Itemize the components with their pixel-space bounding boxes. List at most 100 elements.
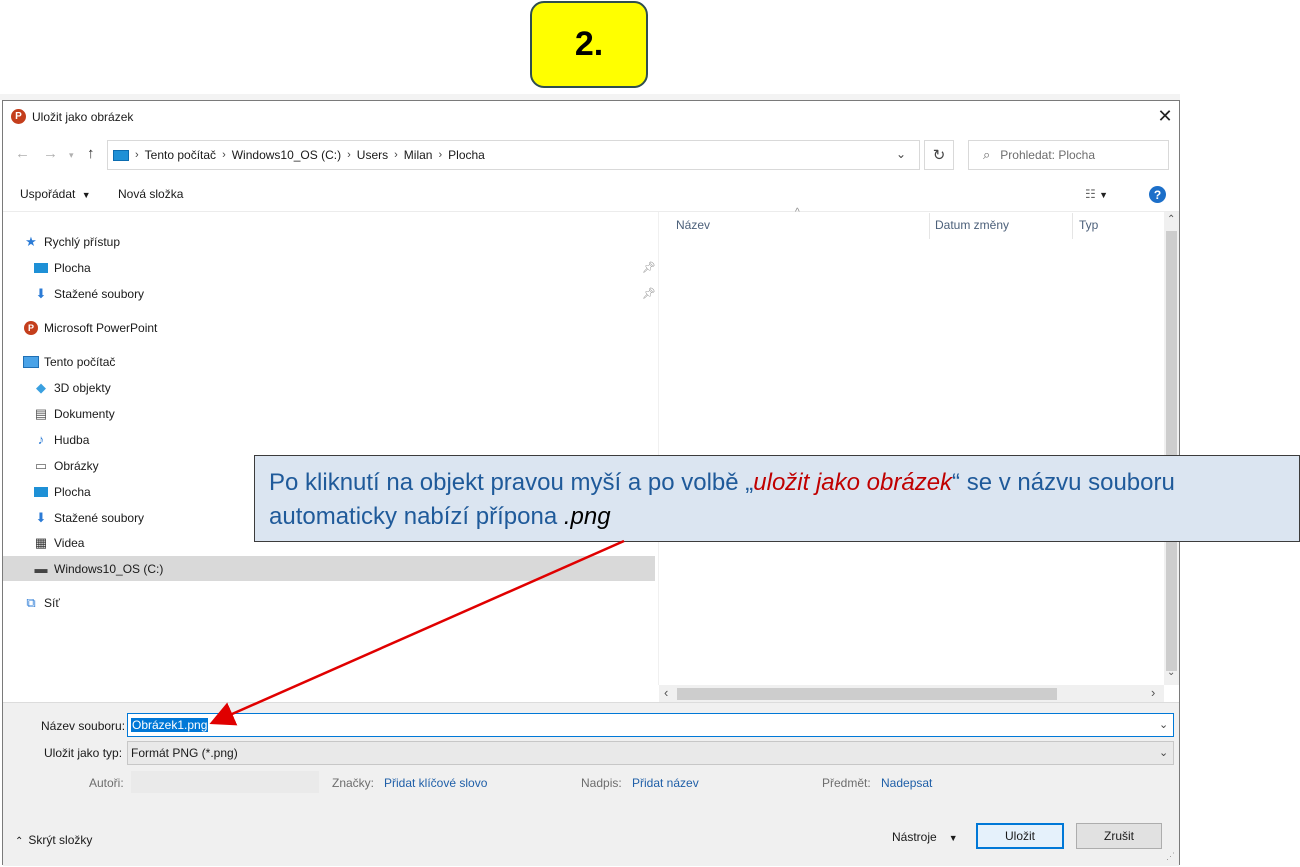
column-header-type[interactable]: Typ (1079, 218, 1098, 232)
nav-music[interactable]: ♪ Hudba (33, 427, 657, 452)
column-divider[interactable] (929, 213, 930, 239)
computer-icon (113, 149, 129, 161)
file-name-selected-text: Obrázek1.png (131, 718, 209, 732)
hide-folders-button[interactable]: ⌃ Skrýt složky (15, 833, 92, 847)
chevron-up-icon: ⌃ (15, 836, 24, 847)
horizontal-scroll-thumb[interactable] (677, 688, 1057, 700)
download-icon: ⬇ (35, 509, 47, 525)
breadcrumb-this-pc[interactable]: Tento počítač (145, 148, 216, 162)
pin-icon[interactable]: 📌︎ (642, 287, 656, 300)
tools-button[interactable]: Nástroje ▼ (892, 830, 958, 844)
nav-label: Microsoft PowerPoint (44, 320, 158, 335)
nav-quick-access[interactable]: ★ Rychlý přístup (23, 229, 657, 254)
scroll-up-icon[interactable]: ⌃ (1167, 214, 1175, 225)
organize-label: Uspořádat (20, 187, 76, 201)
forward-arrow-icon[interactable]: → (43, 145, 58, 162)
save-type-value: Formát PNG (*.png) (131, 746, 238, 760)
scroll-right-icon[interactable]: › (1151, 685, 1155, 700)
sort-ascending-icon: ^ (795, 207, 800, 218)
title-label: Nadpis: (581, 776, 622, 790)
computer-icon (23, 354, 39, 370)
nav-qa-desktop[interactable]: Plocha (33, 255, 657, 280)
nav-label: Rychlý přístup (44, 234, 121, 249)
callout-extension: .png (563, 503, 611, 530)
breadcrumb-users[interactable]: Users (357, 148, 388, 162)
nav-system-drive[interactable]: ▬ Windows10_OS (C:) (3, 556, 655, 581)
film-icon: ▦ (34, 534, 48, 550)
callout-text-1: Po kliknutí na objekt pravou myší a po v… (269, 469, 754, 496)
close-icon[interactable]: ✕ (1153, 103, 1177, 129)
tools-label: Nástroje (892, 830, 937, 844)
view-options-icon[interactable]: ☷ ▼ (1085, 187, 1108, 201)
refresh-icon[interactable]: ↻ (924, 140, 954, 170)
breadcrumb-user[interactable]: Milan (404, 148, 433, 162)
address-bar[interactable]: › Tento počítač › Windows10_OS (C:) › Us… (107, 140, 920, 170)
file-list-pane (658, 212, 1165, 685)
star-icon: ★ (25, 233, 37, 249)
chevron-right-icon: › (222, 149, 226, 161)
authors-label: Autoři: (89, 776, 124, 790)
search-box[interactable]: ⌕ Prohledat: Plocha (968, 140, 1169, 170)
chevron-down-icon[interactable]: ⌄ (896, 147, 906, 161)
recent-chevron-icon[interactable]: ▾ (69, 150, 74, 161)
save-type-label: Uložit jako typ: (44, 746, 123, 760)
nav-label: Videa (54, 535, 85, 550)
dialog-title: Uložit jako obrázek (32, 110, 134, 124)
drive-icon: ▬ (34, 561, 48, 576)
save-button[interactable]: Uložit (976, 823, 1064, 849)
tags-field[interactable]: Přidat klíčové slovo (384, 776, 487, 790)
nav-3d-objects[interactable]: ◆ 3D objekty (33, 375, 657, 400)
nav-label: Hudba (54, 432, 90, 447)
chevron-down-icon[interactable]: ⌄ (1159, 718, 1168, 731)
chevron-right-icon: › (394, 149, 398, 161)
nav-label: Tento počítač (44, 354, 116, 369)
search-icon: ⌕ (983, 147, 991, 162)
download-icon: ⬇ (35, 285, 47, 301)
powerpoint-icon: P (23, 320, 39, 336)
up-arrow-icon[interactable]: ↑ (87, 145, 95, 162)
powerpoint-icon: P (11, 109, 26, 124)
search-placeholder: Prohledat: Plocha (1000, 148, 1096, 162)
chevron-down-icon: ▼ (81, 190, 91, 200)
chevron-down-icon: ▼ (948, 833, 958, 843)
chevron-right-icon: › (438, 149, 443, 161)
column-header-date[interactable]: Datum změny (935, 218, 1009, 232)
nav-qa-downloads[interactable]: ⬇ Stažené soubory (33, 281, 657, 306)
vertical-scroll-thumb[interactable] (1166, 231, 1177, 671)
authors-field[interactable] (131, 771, 319, 793)
resize-grip-icon[interactable]: ⋰ (1166, 851, 1175, 862)
column-header-name[interactable]: Název (676, 218, 710, 232)
nav-network[interactable]: ⧉ Síť (23, 590, 657, 615)
file-name-input[interactable]: Obrázek1.png (127, 713, 1174, 737)
save-type-select[interactable]: Formát PNG (*.png) (127, 741, 1174, 765)
subject-field[interactable]: Nadepsat (881, 776, 932, 790)
nav-label: Plocha (54, 484, 91, 499)
file-name-label: Název souboru: (41, 719, 126, 733)
breadcrumb-drive[interactable]: Windows10_OS (C:) (232, 148, 341, 162)
nav-this-pc[interactable]: Tento počítač (23, 349, 657, 374)
back-arrow-icon[interactable]: ← (15, 145, 30, 162)
nav-label: Stažené soubory (54, 286, 145, 301)
scroll-left-icon[interactable]: ‹ (664, 685, 668, 700)
chevron-down-icon[interactable]: ⌄ (1159, 746, 1168, 759)
music-note-icon: ♪ (37, 432, 45, 447)
new-folder-button[interactable]: Nová složka (118, 187, 183, 201)
nav-documents[interactable]: ▤ Dokumenty (33, 401, 657, 426)
scroll-down-icon[interactable]: ⌄ (1167, 667, 1175, 678)
nav-label: Dokumenty (54, 406, 115, 421)
organize-button[interactable]: Uspořádat ▼ (20, 187, 91, 201)
callout-highlight: uložit jako obrázek (753, 469, 953, 496)
step-number-badge: 2. (530, 1, 648, 88)
cancel-button[interactable]: Zrušit (1076, 823, 1162, 849)
desktop-icon (33, 484, 49, 500)
breadcrumb-desktop[interactable]: Plocha (448, 148, 485, 162)
column-divider[interactable] (1072, 213, 1073, 239)
chevron-right-icon: › (347, 149, 351, 161)
chevron-right-icon: › (135, 149, 139, 161)
nav-label: Windows10_OS (C:) (54, 561, 164, 576)
help-icon[interactable]: ? (1149, 186, 1166, 203)
pin-icon[interactable]: 📌︎ (642, 261, 656, 274)
nav-powerpoint[interactable]: P Microsoft PowerPoint (23, 315, 657, 340)
cube-icon: ◆ (36, 379, 46, 395)
title-field[interactable]: Přidat název (632, 776, 699, 790)
